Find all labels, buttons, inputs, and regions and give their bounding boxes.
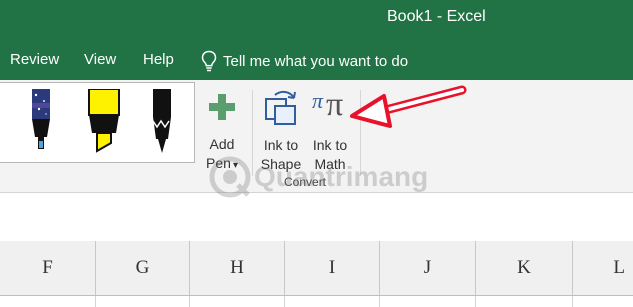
annotation-arrow-icon	[350, 85, 467, 128]
column-header-g[interactable]: G	[96, 241, 190, 295]
tab-view[interactable]: View	[84, 51, 116, 68]
grid-cell[interactable]	[96, 296, 190, 307]
window-title: Book1 - Excel	[387, 8, 486, 25]
pi-small-glyph: π	[312, 88, 324, 113]
yellow-highlighter-icon[interactable]	[82, 89, 126, 159]
ink-to-shape-icon	[265, 90, 296, 125]
watermark-text: Quantrimang	[254, 161, 429, 192]
grid-row	[0, 296, 633, 307]
title-bar: Book1 - Excel	[0, 0, 633, 43]
tab-help[interactable]: Help	[143, 51, 174, 68]
grid-cell[interactable]	[476, 296, 573, 307]
galaxy-pen-icon[interactable]	[19, 89, 63, 159]
column-header-k[interactable]: K	[476, 241, 573, 295]
black-pen-icon[interactable]	[140, 89, 184, 159]
plus-icon	[209, 94, 235, 120]
tab-review[interactable]: Review	[10, 51, 59, 68]
tell-me-search[interactable]: Tell me what you want to do	[201, 48, 408, 74]
pen-gallery	[0, 82, 195, 163]
column-header-j[interactable]: J	[380, 241, 476, 295]
column-header-l[interactable]: L	[573, 241, 633, 295]
column-header-i[interactable]: I	[285, 241, 380, 295]
column-header-h[interactable]: H	[190, 241, 285, 295]
grid-cell[interactable]	[285, 296, 380, 307]
column-header-f[interactable]: F	[0, 241, 96, 295]
column-headers: F G H I J K L	[0, 241, 633, 296]
tell-me-text: Tell me what you want to do	[223, 52, 409, 70]
grid-cell[interactable]	[0, 296, 96, 307]
watermark: Quantrimang	[208, 155, 428, 201]
watermark-logo-icon	[209, 156, 251, 198]
grid-cell[interactable]	[190, 296, 285, 307]
ribbon-tab-bar: Review View Help Tell me what you want t…	[0, 43, 633, 80]
ink-to-shape-label-line1: Ink to	[263, 137, 299, 153]
grid-cell[interactable]	[380, 296, 476, 307]
add-pen-label-line1: Add	[209, 136, 235, 152]
lightbulb-icon	[201, 50, 217, 72]
